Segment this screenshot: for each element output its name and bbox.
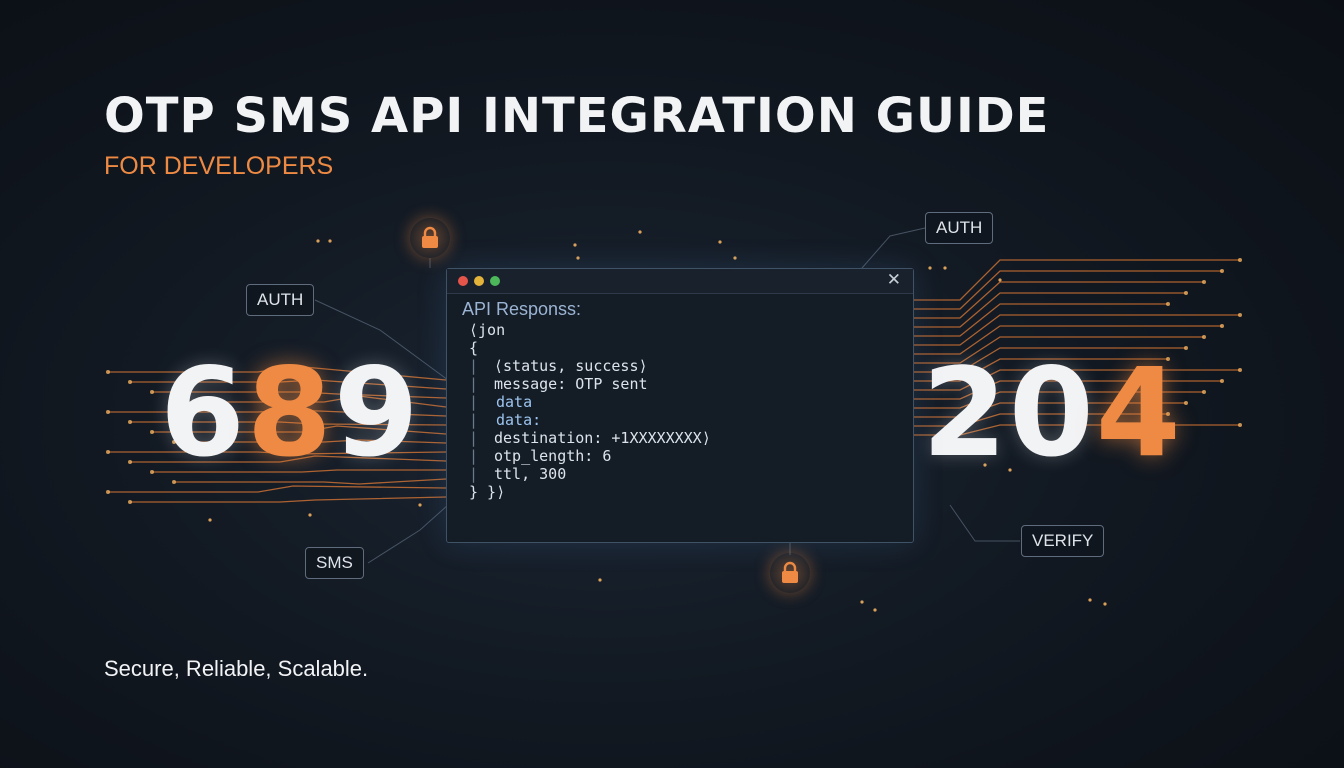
window-minimize-dot[interactable] — [474, 276, 484, 286]
circuit-node — [106, 370, 110, 374]
circuit-node — [598, 578, 602, 582]
code-indent-guide: | — [469, 357, 479, 375]
circuit-trace — [108, 485, 447, 493]
code-line: } }⟩ — [469, 483, 506, 501]
page-title: OTP SMS API INTEGRATION GUIDE — [104, 88, 1050, 144]
code-panel: API Responss: ⟨jon { | ⟨status, success⟩… — [447, 293, 913, 542]
lock-icon — [770, 553, 810, 593]
circuit-node — [860, 600, 864, 604]
circuit-node — [1088, 598, 1092, 602]
circuit-node — [1238, 368, 1242, 372]
circuit-trace — [913, 259, 1240, 301]
code-indent-guide: | — [469, 375, 479, 393]
code-line: data: — [496, 411, 542, 429]
circuit-node — [150, 430, 154, 434]
code-heading: API Responss: — [462, 299, 582, 319]
otp-digit: 6 — [160, 342, 247, 484]
circuit-node — [573, 243, 577, 247]
circuit-node — [106, 490, 110, 494]
lock-icon-glyph — [422, 226, 438, 248]
circuit-node — [733, 256, 737, 260]
otp-digit-highlight: 4 — [1095, 342, 1183, 484]
sms-tag: SMS — [305, 547, 364, 579]
window-titlebar: ✕ — [447, 269, 913, 294]
code-line: { — [469, 339, 479, 357]
circuit-node — [106, 450, 110, 454]
api-response-window: ✕ API Responss: ⟨jon { | ⟨status, succes… — [446, 268, 914, 543]
circuit-node — [1238, 423, 1242, 427]
circuit-trace — [913, 292, 1186, 328]
circuit-node — [1220, 379, 1224, 383]
otp-digits-left: 689 — [160, 352, 421, 474]
circuit-trace — [130, 496, 447, 503]
window-maximize-dot[interactable] — [490, 276, 500, 286]
code-indent-guide: | — [469, 429, 479, 447]
circuit-trace — [913, 314, 1240, 346]
circuit-node — [943, 266, 947, 270]
tagline: Secure, Reliable, Scalable. — [104, 656, 369, 681]
circuit-trace — [913, 270, 1222, 310]
circuit-node — [1202, 390, 1206, 394]
auth-tag-right: AUTH — [925, 212, 994, 244]
page-subtitle: FOR DEVELOPERS — [104, 152, 334, 180]
otp-digit-highlight: 8 — [246, 342, 334, 484]
circuit-node — [1166, 302, 1170, 306]
lock-icon-glyph — [782, 561, 798, 583]
circuit-node — [1238, 258, 1242, 262]
circuit-node — [1202, 335, 1206, 339]
circuit-node — [576, 256, 580, 260]
window-close-dot[interactable] — [458, 276, 468, 286]
circuit-node — [1184, 401, 1188, 405]
circuit-node — [1103, 602, 1107, 606]
close-icon[interactable]: ✕ — [887, 270, 901, 290]
lock-icon — [410, 218, 450, 258]
code-indent-guide: | — [469, 447, 479, 465]
otp-digits-right: 204 — [922, 352, 1183, 474]
otp-digit: 9 — [333, 342, 421, 484]
circuit-node — [998, 278, 1002, 282]
code-line: data — [496, 393, 533, 411]
circuit-node — [1184, 291, 1188, 295]
auth-tag-left: AUTH — [246, 284, 315, 316]
otp-digit: 2 — [922, 342, 1009, 484]
code-line: ttl, 300 — [494, 465, 567, 483]
code-line: destination: +1XXXXXXXX⟩ — [494, 429, 711, 447]
circuit-node — [1184, 346, 1188, 350]
circuit-node — [128, 380, 132, 384]
circuit-node — [150, 390, 154, 394]
code-indent-guide: | — [469, 465, 479, 483]
circuit-node — [418, 503, 422, 507]
circuit-node — [928, 266, 932, 270]
otp-digit: 0 — [1008, 342, 1096, 484]
circuit-node — [128, 500, 132, 504]
code-indent-guide: | — [469, 411, 479, 429]
circuit-node — [128, 460, 132, 464]
circuit-node — [1220, 269, 1224, 273]
code-line: otp_length: 6 — [494, 447, 612, 465]
circuit-node — [873, 608, 877, 612]
circuit-node — [316, 239, 320, 243]
circuit-node — [106, 410, 110, 414]
circuit-node — [1220, 324, 1224, 328]
code-line: ⟨status, success⟩ — [494, 357, 648, 375]
circuit-node — [1238, 313, 1242, 317]
verify-tag: VERIFY — [1021, 525, 1105, 557]
circuit-node — [150, 470, 154, 474]
circuit-node — [638, 230, 642, 234]
circuit-node — [208, 518, 212, 522]
circuit-node — [328, 239, 332, 243]
code-line: ⟨jon — [469, 321, 506, 339]
circuit-node — [1202, 280, 1206, 284]
code-indent-guide: | — [469, 393, 479, 411]
code-line: message: OTP sent — [494, 375, 648, 393]
circuit-node — [718, 240, 722, 244]
circuit-node — [128, 420, 132, 424]
circuit-node — [308, 513, 312, 517]
